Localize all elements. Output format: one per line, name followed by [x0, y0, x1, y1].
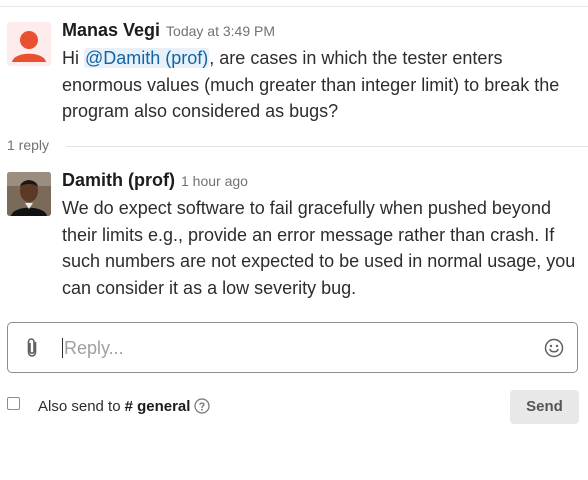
- text-caret: [62, 338, 63, 358]
- top-divider: [0, 6, 588, 7]
- message-timestamp[interactable]: 1 hour ago: [181, 173, 248, 189]
- message-header: Damith (prof) 1 hour ago: [62, 170, 248, 191]
- reply-divider: [66, 146, 588, 147]
- user-mention[interactable]: @Damith (prof): [84, 48, 210, 68]
- send-button[interactable]: Send: [510, 390, 579, 424]
- message-damith: Damith (prof) 1 hour ago We do expect sof…: [0, 164, 588, 304]
- channel-link[interactable]: # general: [125, 398, 191, 415]
- message-text: Hi @Damith (prof), are cases in which th…: [62, 45, 582, 125]
- message-manas: Manas Vegi Today at 3:49 PM Hi @Damith (p…: [0, 14, 588, 126]
- message-header: Manas Vegi Today at 3:49 PM: [62, 20, 275, 41]
- question-circle-icon[interactable]: [194, 398, 211, 414]
- author-name[interactable]: Manas Vegi: [62, 20, 160, 40]
- author-name[interactable]: Damith (prof): [62, 170, 175, 190]
- reply-composer[interactable]: [7, 322, 578, 373]
- also-send-checkbox[interactable]: [7, 397, 20, 410]
- default-user-avatar[interactable]: [7, 22, 51, 66]
- reply-count: 1 reply: [7, 137, 50, 153]
- message-text-start: Hi: [62, 48, 84, 68]
- user-photo-avatar[interactable]: [7, 172, 51, 216]
- also-send-row: Also send to # general: [38, 398, 211, 415]
- smiley-icon[interactable]: [544, 338, 564, 358]
- paperclip-icon[interactable]: [23, 337, 43, 359]
- message-timestamp[interactable]: Today at 3:49 PM: [166, 23, 275, 39]
- also-send-label: Also send to: [38, 398, 121, 415]
- default-user-icon: [7, 22, 51, 66]
- user-photo-icon: [7, 172, 51, 216]
- message-text: We do expect software to fail gracefully…: [62, 198, 576, 298]
- reply-input[interactable]: [64, 335, 524, 361]
